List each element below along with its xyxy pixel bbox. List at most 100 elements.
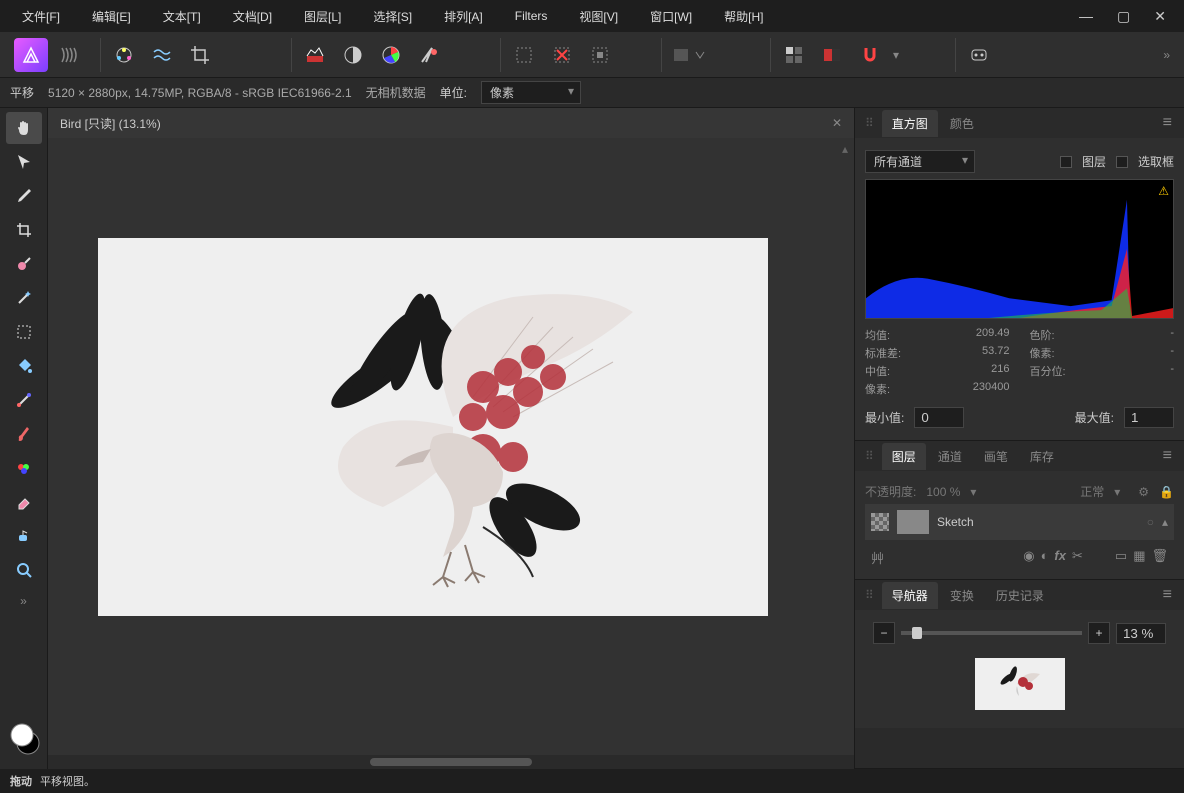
menu-text[interactable]: 文本[T] [149,2,215,31]
auto-contrast-icon[interactable] [336,38,370,72]
channel-select[interactable]: 所有通道 [865,150,975,173]
add-layer-icon[interactable]: ▭ [1115,548,1127,567]
add-pixel-layer-icon[interactable]: ▦ [1133,548,1145,567]
layer-name-label[interactable]: Sketch [937,515,974,529]
auto-colors-icon[interactable] [374,38,408,72]
delete-layer-icon[interactable]: 🗑 [1151,548,1168,567]
arrange-icon[interactable] [777,38,811,72]
app-logo-icon[interactable] [14,38,48,72]
zoom-in-button[interactable]: + [1088,622,1110,644]
menu-edit[interactable]: 编辑[E] [78,2,145,31]
paint-brush-tool-icon[interactable] [6,418,42,450]
quick-mask-icon[interactable] [668,38,716,72]
menu-layer[interactable]: 图层[L] [290,2,355,31]
layer-visibility-checker[interactable] [871,513,889,531]
waves-icon[interactable] [145,38,179,72]
tab-histogram[interactable]: 直方图 [882,110,938,137]
layer-checkbox[interactable] [1060,156,1072,168]
toolbar-overflow-icon[interactable]: » [1157,42,1176,68]
menu-arrange[interactable]: 排列[A] [430,2,497,31]
tab-history[interactable]: 历史记录 [986,582,1054,609]
toolbox-overflow-icon[interactable]: » [14,588,33,614]
tab-navigator[interactable]: 导航器 [882,582,938,609]
erase-tool-icon[interactable] [6,486,42,518]
selection-brush-tool-icon[interactable] [6,248,42,280]
zoom-slider[interactable] [901,631,1082,635]
panel-grip-icon[interactable]: ⠿ [859,116,880,130]
close-tab-icon[interactable]: ✕ [832,116,842,130]
panel-grip-icon[interactable]: ⠿ [859,449,880,463]
max-input[interactable] [1124,407,1174,428]
flood-fill-tool-icon[interactable] [6,350,42,382]
tab-transform[interactable]: 变换 [940,582,984,609]
magic-wand-tool-icon[interactable] [6,282,42,314]
marquee-checkbox[interactable] [1116,156,1128,168]
layer-visibility-dot[interactable]: ○ [1147,515,1154,529]
panel-menu-icon[interactable]: ≡ [1155,114,1180,132]
tab-channels[interactable]: 通道 [928,443,972,470]
menu-filters[interactable]: Filters [501,3,562,29]
menu-file[interactable]: 文件[F] [8,2,74,31]
snapping-icon[interactable] [853,38,887,72]
lock-icon[interactable]: 🔒 [1159,485,1174,499]
color-swatches[interactable] [0,711,48,765]
color-picker-tool-icon[interactable] [6,180,42,212]
document-tab[interactable]: Bird [只读] (13.1%) ✕ [48,108,854,138]
menu-window[interactable]: 窗口[W] [636,2,706,31]
min-input[interactable] [914,407,964,428]
horizontal-scrollbar[interactable] [48,755,854,769]
move-tool-icon[interactable] [6,146,42,178]
opacity-dropdown-icon[interactable]: ▾ [970,485,976,499]
tab-color[interactable]: 颜色 [940,110,984,137]
group-layers-icon[interactable]: ⾋ [871,548,884,567]
gradient-tool-icon[interactable] [6,384,42,416]
blend-dropdown-icon[interactable]: ▾ [1114,485,1120,499]
selection-all-icon[interactable] [507,38,541,72]
fx-icon[interactable]: fx [1054,548,1066,567]
layer-expand-icon[interactable]: ▴ [1162,515,1168,529]
menu-view[interactable]: 视图[V] [565,2,632,31]
menu-document[interactable]: 文档[D] [219,2,286,31]
layer-item[interactable]: Sketch ○ ▴ [865,504,1174,540]
adjustments-icon[interactable] [107,38,141,72]
selection-deselect-icon[interactable] [545,38,579,72]
crop-icon[interactable] [183,38,217,72]
tab-stock[interactable]: 库存 [1020,443,1064,470]
zoom-value-input[interactable] [1116,623,1166,644]
dropdown-chevron-icon[interactable]: ▾ [891,48,901,62]
canvas-viewport[interactable]: ▴ [48,138,854,755]
tab-brushes[interactable]: 画笔 [974,443,1018,470]
window-close-button[interactable]: ✕ [1144,4,1176,29]
units-select[interactable]: 像素 [481,81,581,104]
canvas[interactable] [98,238,768,616]
opacity-value[interactable]: 100 % [926,485,960,499]
selection-invert-icon[interactable] [583,38,617,72]
panel-menu-icon[interactable]: ≡ [1155,447,1180,465]
tab-layers[interactable]: 图层 [882,443,926,470]
auto-levels-icon[interactable] [298,38,332,72]
navigator-thumbnail[interactable] [975,658,1065,710]
marquee-tool-icon[interactable] [6,316,42,348]
liquify-persona-icon[interactable] [52,38,86,72]
adjustment-icon[interactable]: ◐ [1041,548,1049,567]
menu-select[interactable]: 选择[S] [359,2,426,31]
zoom-tool-icon[interactable] [6,554,42,586]
clone-tool-icon[interactable] [6,520,42,552]
assistant-icon[interactable] [962,38,996,72]
panel-grip-icon[interactable]: ⠿ [859,588,880,602]
toggle-ui-icon[interactable] [815,38,849,72]
panel-menu-icon[interactable]: ≡ [1155,586,1180,604]
scroll-up-icon[interactable]: ▴ [842,142,848,156]
crop-tool-icon[interactable] [6,214,42,246]
auto-white-balance-icon[interactable] [412,38,446,72]
hand-tool-icon[interactable] [6,112,42,144]
window-maximize-button[interactable]: ▢ [1107,4,1140,29]
blend-mode-select[interactable]: 正常 [1080,483,1104,500]
mask-icon[interactable]: ◉ [1023,548,1034,567]
crop-layer-icon[interactable]: ✂ [1072,548,1083,567]
zoom-out-button[interactable]: − [873,622,895,644]
paint-mixer-tool-icon[interactable] [6,452,42,484]
gear-icon[interactable]: ⚙ [1138,485,1149,499]
menu-help[interactable]: 帮助[H] [710,2,777,31]
window-minimize-button[interactable]: — [1069,4,1103,28]
